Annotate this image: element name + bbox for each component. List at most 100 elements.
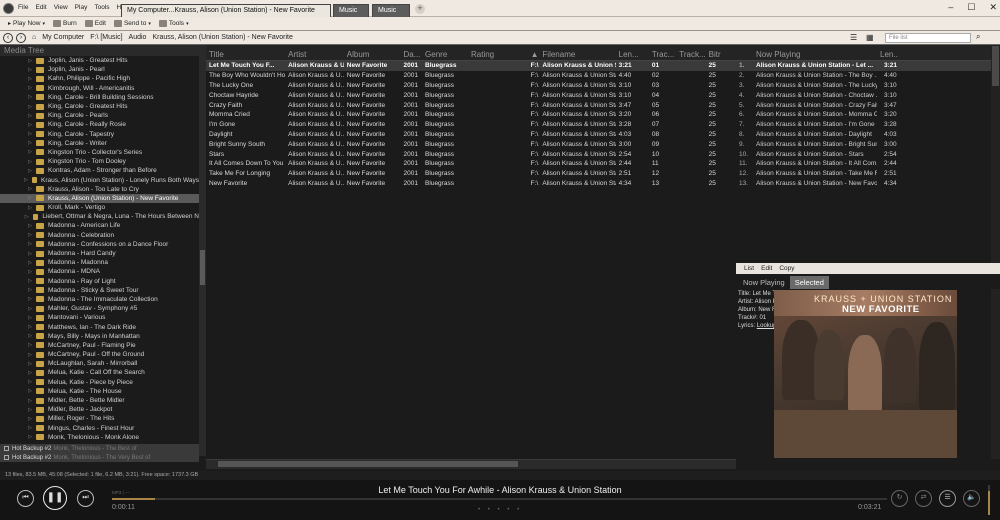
tree-item[interactable]: ▷ King, Carole - Brill Building Sessions	[0, 93, 199, 102]
info-menu-copy[interactable]: Copy	[779, 265, 794, 272]
tree-item[interactable]: ▷ Madonna - Hard Candy	[0, 249, 199, 258]
now-playing-item[interactable]: 11. Alison Krauss & Union Station - It Al…	[736, 159, 991, 169]
expand-icon[interactable]: ▷	[20, 269, 36, 275]
expand-icon[interactable]: ▷	[20, 287, 36, 293]
track-row[interactable]: New Favorite Alison Krauss & U... New Favo…	[206, 179, 736, 189]
tree-item[interactable]: ▷ Joplin, Janis - Greatest Hits	[0, 56, 199, 65]
now-playing-title[interactable]: Now Playing	[736, 50, 858, 59]
track-row[interactable]: Take Me For Longing Alison Krauss & U... N…	[206, 169, 736, 179]
tree-item[interactable]: ▷ Madonna - Madonna	[0, 258, 199, 267]
now-playing-item[interactable]: 2. Alison Krauss & Union Station - The Bo…	[736, 71, 991, 81]
tree-item[interactable]: ▷ Melua, Katie - Call Off the Search	[0, 368, 199, 377]
track-row[interactable]: Choctaw Hayride Alison Krauss & U... New F…	[206, 90, 736, 100]
tree-item[interactable]: ▷ McCartney, Paul - Off the Ground	[0, 350, 199, 359]
tree-item[interactable]: ▷ Madonna - American Life	[0, 221, 199, 230]
volume-icon[interactable]: 🔈	[963, 490, 980, 507]
repeat-icon[interactable]: ↻	[891, 490, 908, 507]
tree-item[interactable]: ▷ Krauss, Alison - Too Late to Cry	[0, 185, 199, 194]
breadcrumb-my-computer[interactable]: My Computer	[42, 34, 84, 41]
tools-button[interactable]: Tools ▾	[158, 20, 189, 27]
track-row[interactable]: Daylight Alison Krauss & U... New Favorite…	[206, 130, 736, 140]
app-logo-icon[interactable]	[3, 3, 14, 14]
tree-item[interactable]: ▷ Madonna - Ray of Light	[0, 277, 199, 286]
pause-button[interactable]: ❚❚	[43, 486, 67, 510]
now-playing-item[interactable]: 13. Alison Krauss & Union Station - New F…	[736, 179, 991, 189]
column-length[interactable]: Len...	[616, 50, 649, 59]
tree-item[interactable]: ▷ Kingston Trio - Tom Dooley	[0, 157, 199, 166]
tree-item[interactable]: ▷ Madonna - Sticky & Sweet Tour	[0, 286, 199, 295]
expand-icon[interactable]: ▷	[20, 113, 36, 119]
column-bitrate[interactable]: Bitr	[706, 50, 736, 59]
file-list-search[interactable]: File list	[885, 33, 971, 43]
expand-icon[interactable]: ▷	[20, 388, 36, 394]
tree-item[interactable]: ▷ Kingston Trio - Collector's Series	[0, 148, 199, 157]
now-playing-length-column[interactable]: Len...	[858, 50, 898, 59]
tree-item[interactable]: ▷ Madonna - MDNA	[0, 267, 199, 276]
tree-item[interactable]: ▷ King, Carole - Really Rosie	[0, 120, 199, 129]
seek-bar[interactable]	[112, 498, 887, 500]
column-date[interactable]: Da...	[401, 50, 423, 59]
now-playing-item[interactable]: 7. Alison Krauss & Union Station - I'm Go…	[736, 120, 991, 130]
now-playing-item[interactable]: 9. Alison Krauss & Union Station - Bright…	[736, 139, 991, 149]
column-filename[interactable]: Filename	[539, 50, 615, 59]
expand-icon[interactable]: ▷	[20, 232, 36, 238]
track-row[interactable]: Momma Cried Alison Krauss & U... New Favor…	[206, 110, 736, 120]
expand-icon[interactable]: ▷	[20, 324, 36, 330]
tree-item[interactable]: ▷ Miller, Roger - The Hits	[0, 414, 199, 423]
tree-item[interactable]: ▷ Kahn, Philippe - Pacific High	[0, 74, 199, 83]
now-playing-item[interactable]: 6. Alison Krauss & Union Station - Momma …	[736, 110, 991, 120]
tree-item[interactable]: ▷ Mays, Billy - Mays in Manhattan	[0, 332, 199, 341]
tree-item[interactable]: ▷ Joplin, Janis - Pearl	[0, 65, 199, 74]
now-playing-item[interactable]: 3. Alison Krauss & Union Station - The Lu…	[736, 81, 991, 91]
expand-icon[interactable]: ▷	[20, 67, 36, 73]
tree-item[interactable]: ▷ King, Carole - Tapestry	[0, 130, 199, 139]
breadcrumb-drive[interactable]: F:\ [Music]	[90, 34, 122, 41]
info-menu-list[interactable]: List	[744, 265, 754, 272]
track-row[interactable]: Stars Alison Krauss & U... New Favorite 200…	[206, 149, 736, 159]
expand-icon[interactable]: ▷	[20, 278, 36, 284]
back-icon[interactable]: ‹	[3, 32, 13, 43]
track-row[interactable]: It All Comes Down To You Alison Krauss & …	[206, 159, 736, 169]
shuffle-icon[interactable]: ⇄	[915, 490, 932, 507]
expand-icon[interactable]: ▷	[20, 434, 36, 440]
tab-now-playing[interactable]: Now Playing	[738, 276, 790, 289]
expand-icon[interactable]: ▷	[20, 416, 36, 422]
tab-my-computer[interactable]: My Computer...Krauss, Alison (Union Stat…	[121, 4, 331, 17]
add-tab-button[interactable]: +	[415, 4, 425, 14]
expand-icon[interactable]: ▷	[20, 168, 36, 174]
view-mode-icon[interactable]: ☰	[850, 33, 857, 42]
expand-icon[interactable]: ▷	[20, 159, 36, 165]
column-genre[interactable]: Genre	[422, 50, 468, 59]
info-scrollbar[interactable]	[991, 289, 1000, 459]
expand-icon[interactable]: ▷	[20, 260, 36, 266]
expand-icon[interactable]: ▷	[20, 379, 36, 385]
expand-icon[interactable]: ▷	[20, 306, 36, 312]
now-playing-scrollbar-thumb[interactable]	[992, 46, 999, 86]
home-icon[interactable]: ⌂	[32, 34, 36, 41]
close-icon[interactable]: ✕	[989, 2, 997, 13]
tree-item[interactable]: ▷ King, Carole - Greatest Hits	[0, 102, 199, 111]
tree-item[interactable]: ▷ Melua, Katie - Piece by Piece	[0, 378, 199, 387]
previous-track-icon[interactable]: ⏮	[17, 490, 34, 507]
burn-button[interactable]: Burn	[53, 20, 77, 27]
column-track-2[interactable]: Track...	[676, 50, 705, 59]
send-to-button[interactable]: Send to ▾	[113, 20, 151, 27]
tree-item[interactable]: ▷ Madonna - The Immaculate Collection	[0, 295, 199, 304]
tree-item[interactable]: ▷ Kontras, Adam - Stronger than Before	[0, 166, 199, 175]
search-icon[interactable]: ⌕	[976, 32, 980, 42]
expand-icon[interactable]: ▷	[20, 296, 36, 302]
column-rating[interactable]: Rating	[468, 50, 528, 59]
tree-item[interactable]: ▷ Liebert, Ottmar & Negra, Luna - The Hou…	[0, 212, 199, 221]
grid-scrollbar-thumb[interactable]	[218, 461, 518, 467]
expand-icon[interactable]: ▷	[20, 352, 36, 358]
tree-item[interactable]: ▷ Madonna - Celebration	[0, 231, 199, 240]
tree-item[interactable]: ▷ Midler, Bette - Bette Midler	[0, 396, 199, 405]
tree-scrollbar-thumb[interactable]	[200, 250, 205, 285]
column-album[interactable]: Album	[344, 50, 401, 59]
tree-item[interactable]: ▷ McLaughlan, Sarah - Mirrorball	[0, 359, 199, 368]
menu-view[interactable]: View	[54, 4, 68, 11]
tree-item[interactable]: ▷ Kraus, Alison (Union Station) - Lonely …	[0, 175, 199, 184]
hot-backup-item[interactable]: Hot Backup #2 Monk, Thelonious - The Very…	[0, 453, 199, 462]
tree-item[interactable]: ▷ King, Carole - Writer	[0, 139, 199, 148]
expand-icon[interactable]: ▷	[20, 122, 36, 128]
